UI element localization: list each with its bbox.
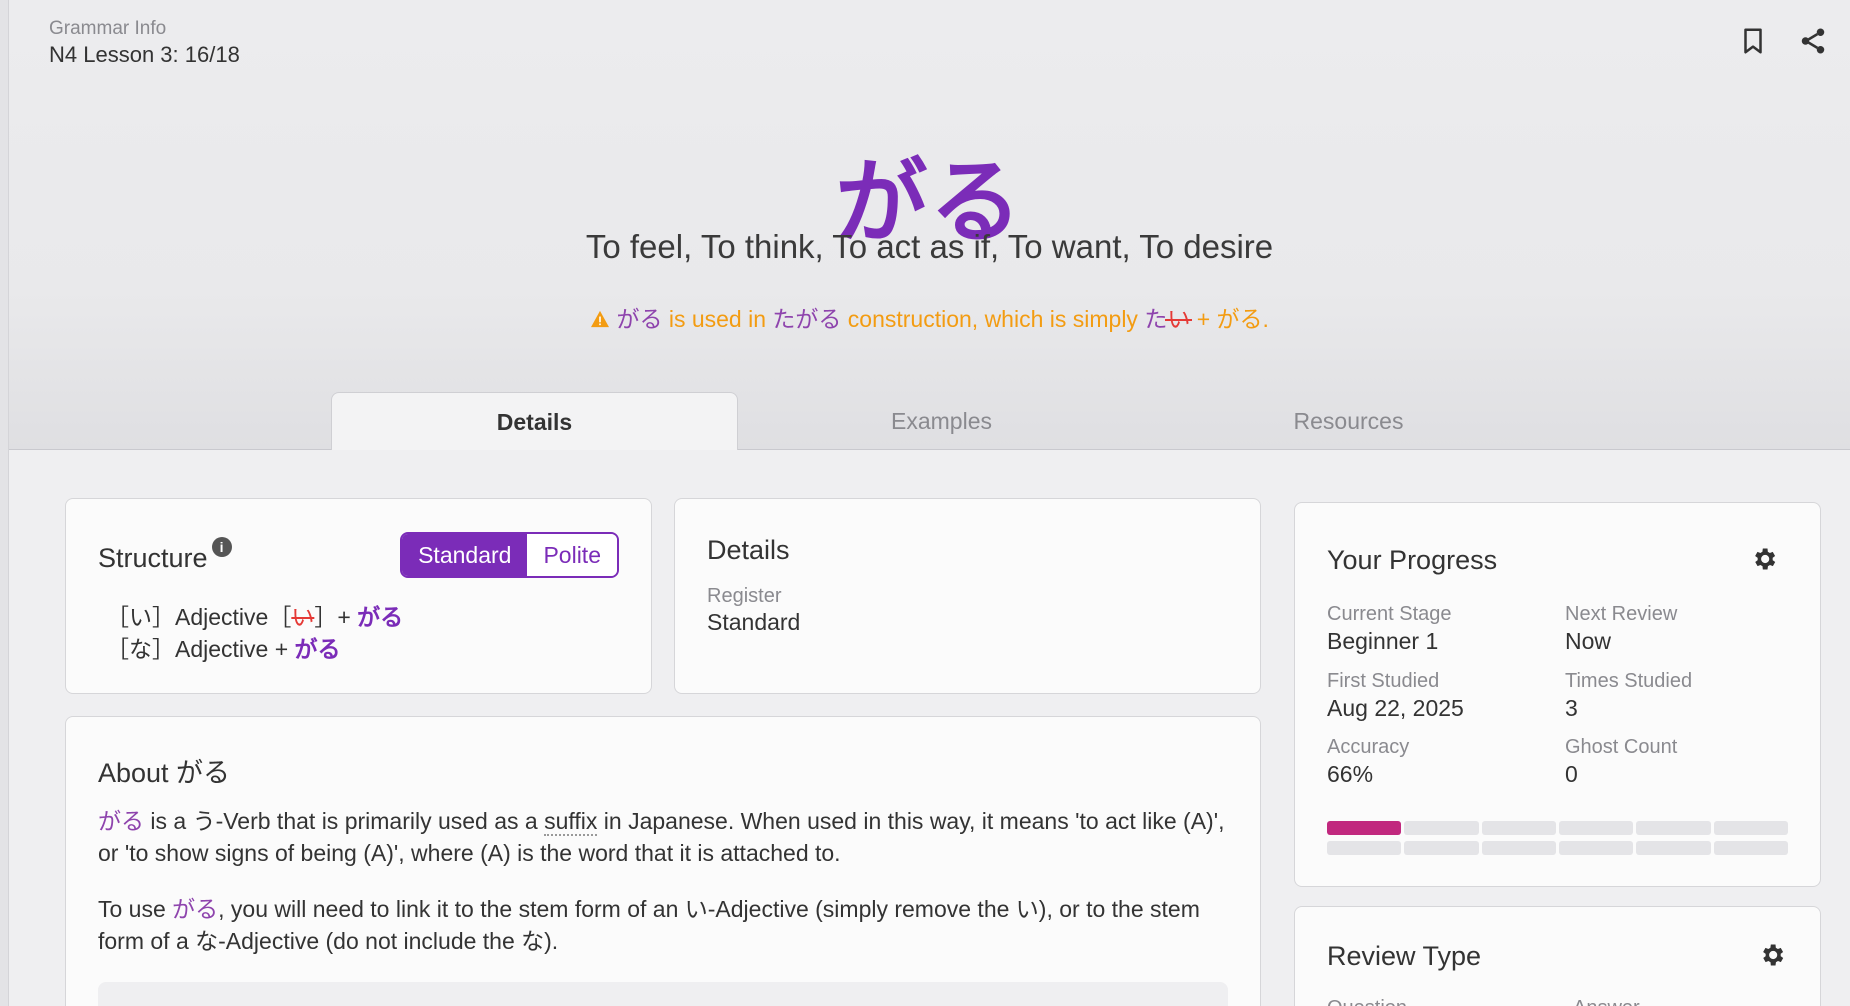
- tab-bar: Details Examples Resources: [331, 392, 1552, 450]
- times-studied-label: Times Studied: [1565, 670, 1693, 692]
- bookmark-icon[interactable]: [1738, 26, 1768, 56]
- stage-segment: [1636, 821, 1711, 835]
- formula-i-struck: い: [291, 604, 315, 630]
- header-actions: [1738, 26, 1828, 56]
- current-stage-label: Current Stage: [1327, 603, 1452, 625]
- stage-segment: [1558, 821, 1634, 835]
- warning-text-3: + がる.: [1190, 306, 1269, 332]
- gear-icon[interactable]: [1750, 545, 1778, 573]
- about-paragraph-1: がる is a う-Verb that is primarily used as…: [98, 805, 1238, 869]
- grammar-meaning: To feel, To think, To act as if, To want…: [585, 228, 1274, 265]
- progress-title: Your Progress: [1327, 545, 1498, 575]
- first-studied-stat: First Studied Aug 22, 2025: [1327, 670, 1464, 722]
- about-card: About がる がる is a う-Verb that is primaril…: [65, 716, 1261, 1006]
- about-jp-term[interactable]: がる: [172, 896, 218, 922]
- left-rule: [0, 0, 9, 1006]
- stage-segment: [1558, 841, 1634, 855]
- question-label: Question: [1327, 997, 1407, 1006]
- stage-segment: [1636, 841, 1711, 855]
- review-type-title: Review Type: [1327, 941, 1482, 971]
- ghost-count-label: Ghost Count: [1565, 736, 1678, 758]
- warning-struck-form: たい: [1144, 306, 1190, 332]
- section-label: Grammar Info: [49, 18, 167, 39]
- details-card: Details Register Standard: [674, 498, 1261, 694]
- first-studied-value: Aug 22, 2025: [1327, 695, 1464, 721]
- tab-examples[interactable]: Examples: [738, 392, 1145, 450]
- formula-i-plus: ］+: [314, 604, 358, 630]
- toggle-polite-button[interactable]: Polite: [527, 534, 617, 576]
- accuracy-label: Accuracy: [1327, 736, 1410, 758]
- formula-line-na-adjective: ［な］Adjective + がる: [106, 633, 403, 665]
- info-icon[interactable]: i: [211, 537, 232, 557]
- lesson-label: N4 Lesson 3: 16/18: [49, 42, 240, 67]
- register-label: Register: [707, 585, 782, 607]
- structure-formula: ［い］Adjective［い］+ がる ［な］Adjective + がる: [106, 601, 403, 665]
- formula-na-prefix: ［な］Adjective +: [106, 636, 295, 662]
- accuracy-stat: Accuracy 66%: [1327, 736, 1409, 788]
- gear-icon[interactable]: [1758, 941, 1786, 969]
- share-icon[interactable]: [1798, 26, 1828, 56]
- stage-segment: [1404, 821, 1479, 835]
- stage-segment: [1713, 841, 1788, 855]
- structure-title-text: Structure: [98, 543, 208, 573]
- formula-i-ga: がる: [357, 604, 404, 630]
- progress-card: Your Progress Current Stage Beginner 1 N…: [1294, 502, 1821, 887]
- stage-segment: [1481, 841, 1556, 855]
- times-studied-value: 3: [1565, 695, 1578, 721]
- review-type-card: Review Type Question Answer: [1294, 906, 1821, 1006]
- suffix-term[interactable]: suffix: [544, 808, 598, 836]
- warning-text-2: construction, which is simply: [841, 306, 1145, 332]
- stage-segment: [1481, 821, 1556, 835]
- next-review-value: Now: [1565, 628, 1612, 654]
- warning-icon: [590, 306, 616, 332]
- about-text: is a う-Verb that is primarily used as a: [144, 808, 545, 834]
- stage-segment: [1327, 821, 1402, 835]
- breadcrumb: Grammar Info N4 Lesson 3: 16/18: [49, 18, 240, 68]
- toggle-standard-button[interactable]: Standard: [402, 534, 528, 576]
- register-toggle: Standard Polite: [400, 532, 619, 578]
- warning-jp-1: がる: [616, 306, 663, 332]
- ghost-count-value: 0: [1565, 761, 1578, 787]
- example-box: [98, 982, 1228, 1006]
- tab-details[interactable]: Details: [331, 392, 738, 450]
- next-review-label: Next Review: [1565, 603, 1678, 625]
- formula-i-prefix: ［い］Adjective［: [106, 604, 292, 630]
- first-studied-label: First Studied: [1327, 670, 1440, 692]
- current-stage-stat: Current Stage Beginner 1: [1327, 603, 1452, 655]
- grammar-header: Grammar Info N4 Lesson 3: 16/18 がる To fe…: [9, 0, 1850, 450]
- details-title: Details: [707, 535, 790, 565]
- stage-progress-bar: [1327, 821, 1788, 861]
- ghost-count-stat: Ghost Count 0: [1565, 736, 1677, 788]
- warning-jp-2: たがる: [772, 306, 842, 332]
- warning-text-1: is used in: [662, 306, 773, 332]
- stage-segment: [1327, 841, 1402, 855]
- warning-ta: た: [1144, 306, 1168, 332]
- about-text: To use: [98, 896, 173, 922]
- next-review-stat: Next Review Now: [1565, 603, 1677, 655]
- current-stage-value: Beginner 1: [1327, 628, 1439, 654]
- stage-segment: [1404, 841, 1479, 855]
- tab-resources[interactable]: Resources: [1145, 392, 1552, 450]
- about-paragraph-2: To use がる, you will need to link it to t…: [98, 893, 1238, 957]
- times-studied-stat: Times Studied 3: [1565, 670, 1692, 722]
- usage-warning: がる is used in たがる construction, which is…: [9, 300, 1850, 334]
- register-value: Standard: [707, 609, 801, 635]
- about-title: About がる: [98, 758, 231, 788]
- about-text: , you will need to link it to the stem f…: [98, 896, 1200, 954]
- stage-bar-row: [1327, 841, 1788, 855]
- stage-segment: [1713, 821, 1788, 835]
- formula-na-ga: がる: [294, 636, 341, 662]
- stage-bar-row: [1327, 821, 1788, 835]
- answer-label: Answer: [1573, 997, 1640, 1006]
- accuracy-value: 66%: [1327, 761, 1374, 787]
- structure-title: Structure i: [98, 537, 232, 574]
- warning-struck-i: い: [1167, 306, 1191, 332]
- formula-line-i-adjective: ［い］Adjective［い］+ がる: [106, 601, 403, 633]
- structure-card: Structure i Standard Polite ［い］Adjective［…: [65, 498, 652, 694]
- about-jp-term[interactable]: がる: [98, 808, 144, 834]
